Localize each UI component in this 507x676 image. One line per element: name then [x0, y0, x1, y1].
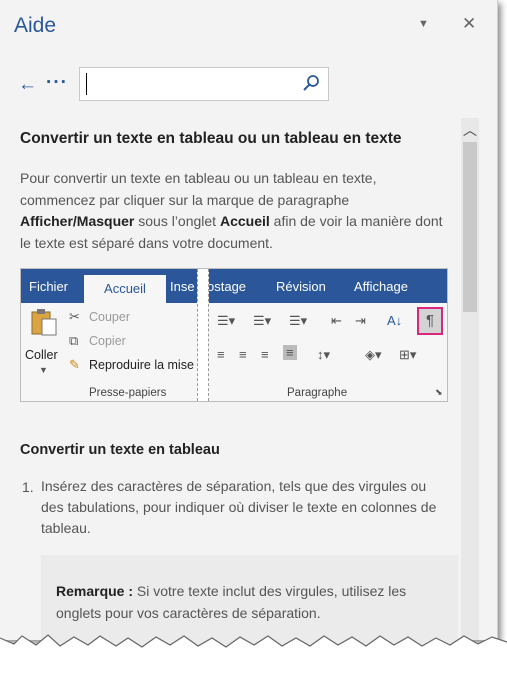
- align-right-icon: ≡: [261, 347, 269, 362]
- dialog-launcher-icon: ⬊: [435, 387, 443, 397]
- note-text: Remarque : Si votre texte inclut des vir…: [56, 583, 407, 621]
- chevron-down-icon: ▼: [39, 365, 48, 375]
- article-content: Convertir un texte en tableau ou un tabl…: [20, 130, 450, 251]
- ribbon-tab-accueil: Accueil: [84, 275, 166, 303]
- numbering-icon: ☰▾: [253, 313, 272, 328]
- shading-icon: ◈▾: [365, 347, 382, 362]
- decrease-indent-icon: ⇤: [331, 313, 342, 328]
- article-title: Convertir un texte en tableau ou un tabl…: [20, 130, 402, 147]
- ribbon-tab-revision: Révision: [276, 279, 326, 294]
- screenshot-cut-divider: [197, 269, 209, 401]
- copy-icon: ⧉: [69, 333, 79, 348]
- section-heading: Convertir un texte en tableau: [20, 442, 220, 458]
- format-painter-label: Reproduire la mise: [89, 358, 194, 372]
- borders-icon: ⊞▾: [399, 347, 417, 362]
- back-arrow-icon[interactable]: ←: [18, 74, 37, 96]
- search-icon[interactable]: [302, 74, 320, 92]
- ribbon-body: Coller ▼ ✂ Couper ⧉ Copier ✎ Reproduire …: [21, 303, 447, 401]
- step-text: Insérez des caractères de séparation, te…: [41, 478, 437, 536]
- format-painter-icon: ✎: [69, 357, 80, 372]
- align-left-icon: ≡: [217, 347, 225, 362]
- search-box[interactable]: [79, 67, 329, 101]
- note-label: Remarque :: [56, 583, 134, 599]
- close-icon[interactable]: ✕: [462, 14, 476, 34]
- copy-label: Copier: [89, 334, 126, 348]
- article-intro: Pour convertir un texte en tableau ou un…: [20, 170, 443, 251]
- clipboard-group-label: Presse-papiers: [89, 387, 167, 399]
- justify-icon: ≡: [283, 345, 297, 360]
- line-spacing-icon: ↕▾: [317, 347, 331, 362]
- align-center-icon: ≡: [239, 347, 247, 362]
- ribbon-tab-fichier: Fichier: [29, 279, 69, 294]
- increase-indent-icon: ⇥: [355, 313, 366, 328]
- ribbon-tab-affichage: Affichage: [354, 279, 408, 294]
- ribbon-tab-publipostage: ostage: [207, 279, 247, 294]
- scrollbar-thumb[interactable]: [463, 142, 477, 312]
- scissors-icon: ✂: [69, 309, 80, 324]
- paragraph-group-label: Paragraphe: [287, 387, 348, 399]
- more-options-icon[interactable]: ···: [46, 72, 68, 94]
- show-hide-pilcrow-icon: ¶: [417, 307, 443, 335]
- pane-options-button[interactable]: ▼: [418, 18, 429, 30]
- cut-label: Couper: [89, 310, 130, 324]
- paste-label: Coller: [25, 348, 58, 362]
- paste-icon: [31, 309, 57, 336]
- step-number: 1.: [22, 479, 34, 495]
- ribbon-tab-bar: Fichier Inse ostage Révision Affichage A…: [21, 269, 447, 303]
- multilevel-list-icon: ☰▾: [289, 313, 308, 328]
- scroll-up-chevron-icon[interactable]: ︿: [461, 120, 479, 140]
- sort-icon: A↓: [387, 313, 403, 328]
- search-input[interactable]: [86, 73, 296, 95]
- ribbon-tab-insertion: Inse: [170, 279, 195, 294]
- help-pane: Aide ▼ ✕ ← ··· ︿ Convertir un texte en t…: [0, 0, 498, 655]
- torn-edge: [0, 634, 507, 676]
- bullets-icon: ☰▾: [217, 313, 236, 328]
- ribbon-screenshot: Fichier Inse ostage Révision Affichage A…: [20, 268, 448, 402]
- pane-title: Aide: [14, 14, 57, 37]
